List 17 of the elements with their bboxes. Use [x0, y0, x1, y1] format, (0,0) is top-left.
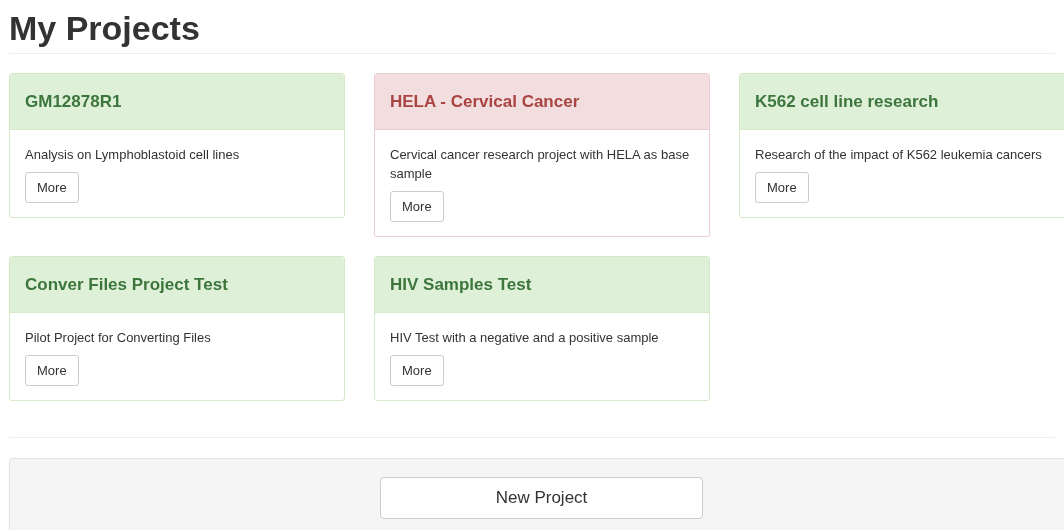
more-button[interactable]: More	[390, 191, 444, 222]
new-project-button[interactable]: New Project	[380, 477, 703, 519]
page-title: My Projects	[9, 8, 200, 49]
project-title: HELA - Cervical Cancer	[390, 90, 580, 113]
project-title: GM12878R1	[25, 90, 122, 113]
project-description: Research of the impact of K562 leukemia cancers	[755, 146, 1042, 164]
project-description: Analysis on Lymphoblastoid cell lines	[25, 146, 240, 164]
more-button[interactable]: More	[755, 172, 809, 203]
more-button[interactable]: More	[390, 355, 444, 386]
more-button[interactable]: More	[25, 355, 79, 386]
project-description: Cervical cancer research project with HELA as base sample	[390, 146, 691, 183]
project-description: HIV Test with a negative and a positive sample	[390, 329, 659, 347]
project-description: Pilot Project for Converting Files	[25, 329, 211, 347]
project-title: HIV Samples Test	[390, 273, 532, 296]
more-button[interactable]: More	[25, 172, 79, 203]
project-title: K562 cell line research	[755, 90, 939, 113]
project-title: Conver Files Project Test	[25, 273, 228, 296]
